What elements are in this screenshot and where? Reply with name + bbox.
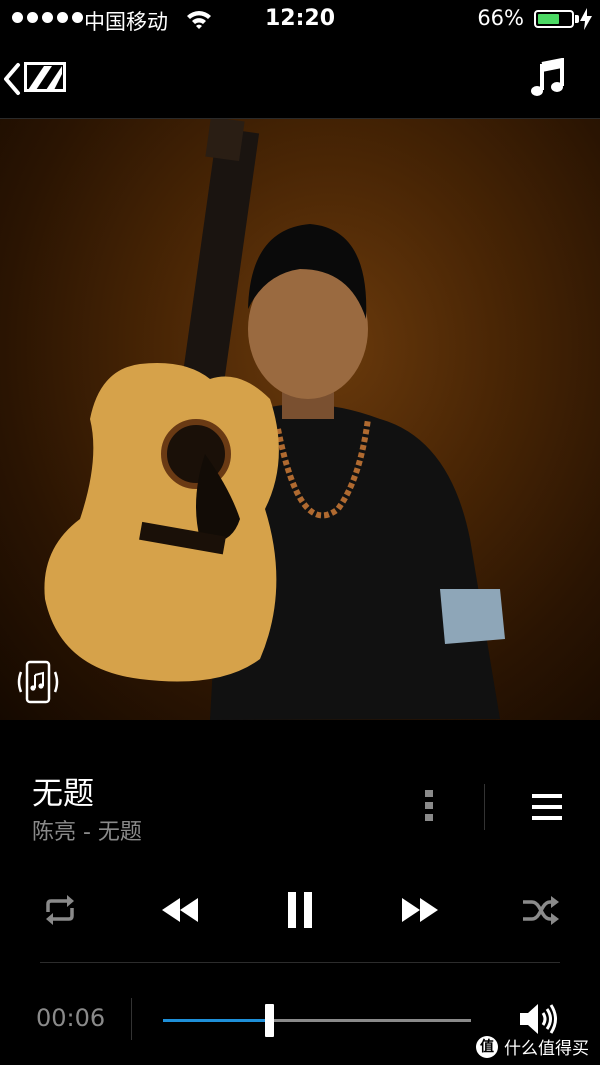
battery-icon — [534, 10, 574, 28]
battery-percent: 66% — [477, 6, 524, 30]
track-artist-album: 陈亮 - 无题 — [32, 820, 142, 845]
track-title: 无题 — [32, 776, 94, 812]
divider — [131, 998, 132, 1040]
watermark: 值 什么值得买 — [476, 1034, 589, 1059]
sennheiser-logo-icon — [24, 62, 66, 92]
divider — [484, 784, 485, 830]
shuffle-icon[interactable] — [520, 890, 560, 930]
watermark-logo: 值 — [476, 1035, 498, 1058]
charging-bolt-icon — [580, 8, 592, 30]
playlist-queue-icon[interactable] — [532, 794, 562, 820]
back-chevron-icon[interactable] — [2, 62, 24, 96]
nav-bar — [0, 40, 600, 119]
more-options-icon[interactable] — [422, 788, 436, 824]
music-note-icon[interactable] — [530, 58, 566, 98]
status-bar: 中国移动 12:20 66% — [0, 0, 600, 40]
album-art-illustration — [44, 119, 505, 720]
volume-icon[interactable] — [518, 1001, 560, 1037]
progress-slider[interactable] — [163, 1004, 471, 1037]
battery-fill — [538, 14, 560, 24]
progress-played — [163, 1019, 270, 1022]
divider — [40, 962, 560, 963]
pause-icon[interactable] — [280, 890, 320, 930]
fast-forward-icon[interactable] — [400, 890, 440, 930]
progress-thumb[interactable] — [265, 1004, 275, 1037]
watermark-text: 什么值得买 — [504, 1039, 589, 1059]
album-art — [0, 119, 600, 720]
battery-tip — [575, 15, 579, 23]
repeat-icon[interactable] — [40, 890, 80, 930]
rewind-icon[interactable] — [160, 890, 200, 930]
device-music-icon[interactable] — [16, 660, 60, 704]
elapsed-time: 00:06 — [36, 1004, 106, 1032]
